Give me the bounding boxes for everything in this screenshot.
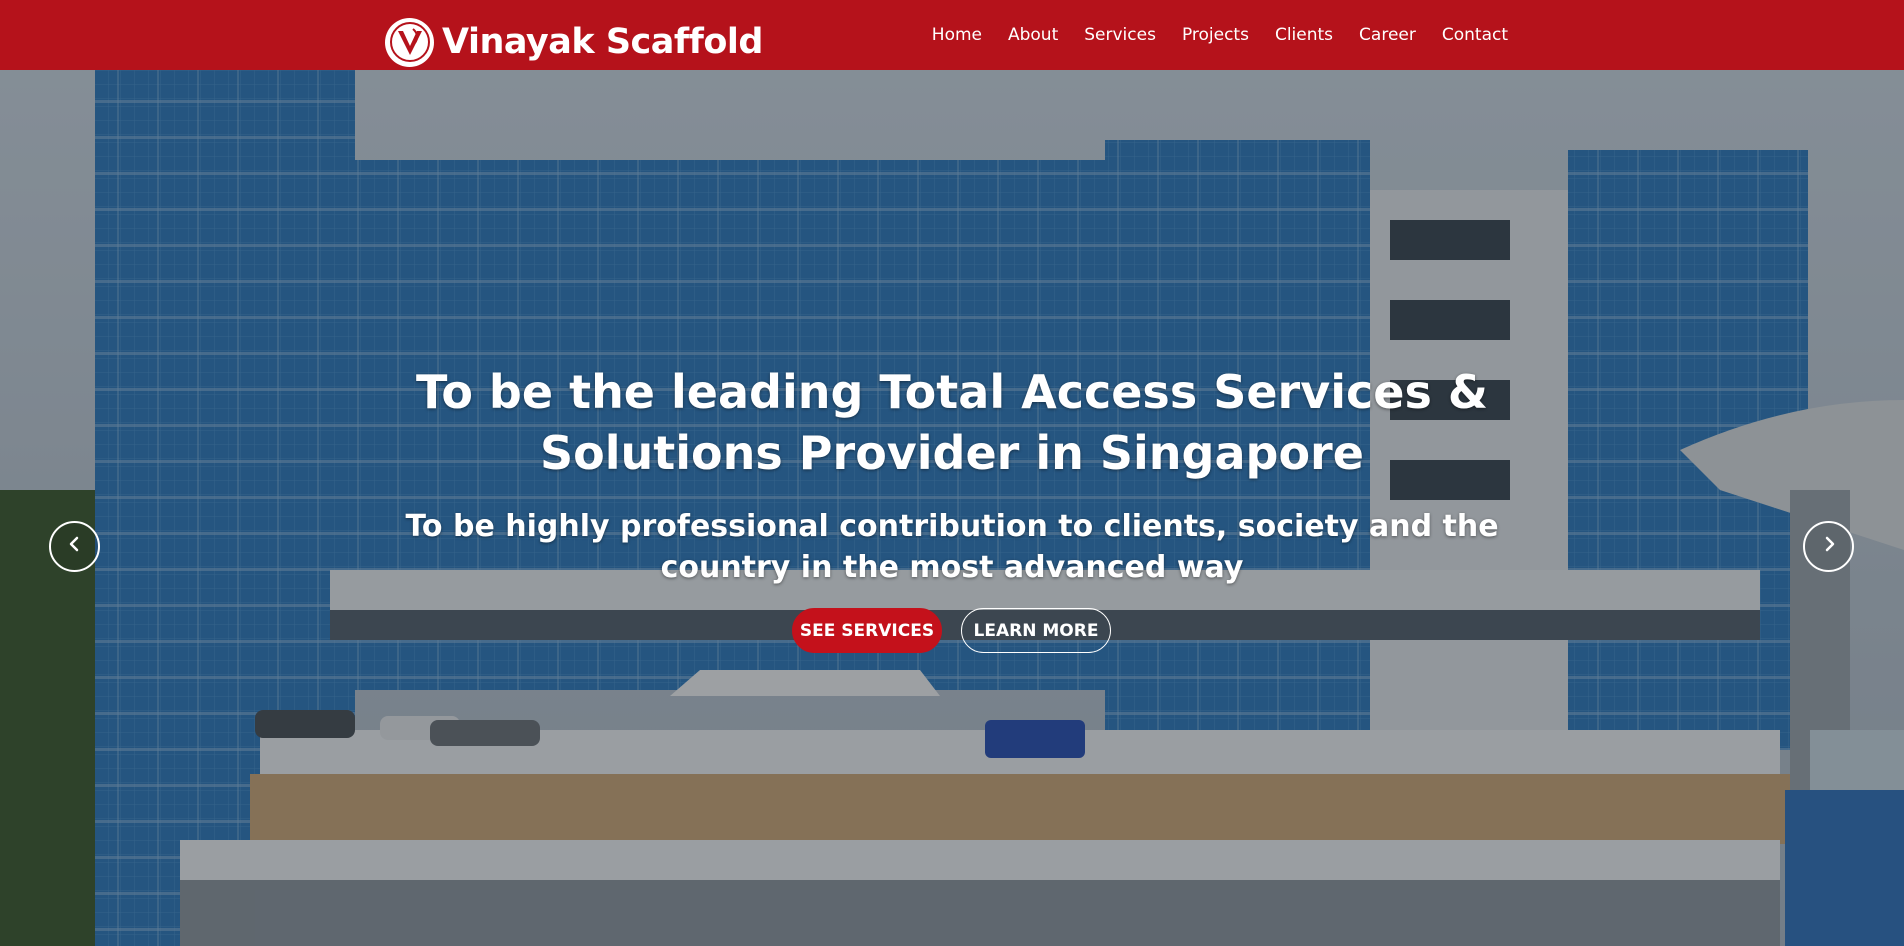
chevron-left-icon [66, 535, 84, 558]
hero-carousel: To be the leading Total Access Services … [0, 70, 1904, 946]
carousel-next-button[interactable] [1803, 521, 1854, 572]
chevron-right-icon [1820, 535, 1838, 558]
nav-services[interactable]: Services [1071, 25, 1169, 45]
carousel-prev-button[interactable] [49, 521, 100, 572]
nav-clients[interactable]: Clients [1262, 25, 1346, 45]
hero-subtitle: To be highly professional contribution t… [405, 509, 1499, 585]
hero-title: To be the leading Total Access Services … [416, 365, 1488, 480]
nav-home[interactable]: Home [919, 25, 995, 45]
brand-name: Vinayak Scaffold [442, 22, 763, 62]
nav-projects[interactable]: Projects [1169, 25, 1262, 45]
nav-about[interactable]: About [995, 25, 1071, 45]
see-services-button[interactable]: SEE SERVICES [792, 608, 942, 653]
main-nav: Home About Services Projects Clients Car… [919, 0, 1508, 70]
brand-link[interactable]: Vinayak Scaffold [385, 17, 763, 67]
nav-career[interactable]: Career [1346, 25, 1429, 45]
top-navbar: Vinayak Scaffold Home About Services Pro… [0, 0, 1904, 70]
learn-more-button[interactable]: LEARN MORE [961, 608, 1111, 653]
nav-contact[interactable]: Contact [1429, 25, 1508, 45]
vinayak-v-logo-icon [385, 17, 434, 67]
